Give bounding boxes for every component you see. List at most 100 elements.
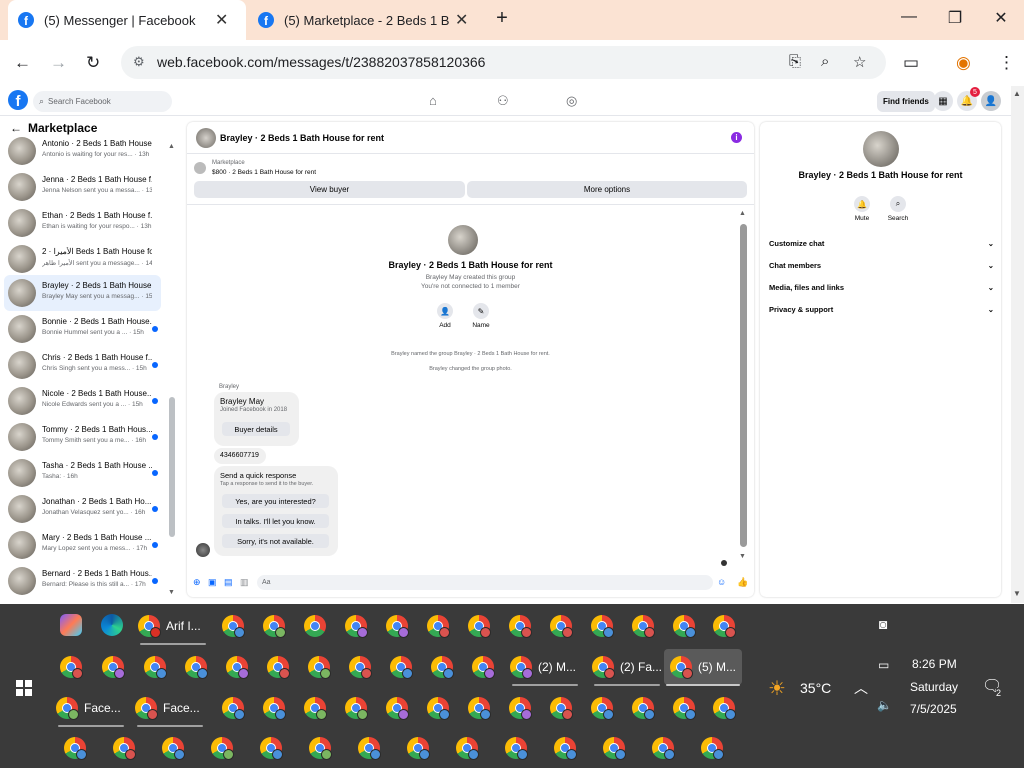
quick-response-button[interactable]: Sorry, it's not available. [222,534,329,548]
emoji-icon[interactable]: ☺ [717,577,726,587]
chrome-icon[interactable] [591,697,614,720]
chrome-icon[interactable] [554,737,577,760]
tab-marketplace[interactable]: f (5) Marketplace - 2 Beds 1 Bath House … [248,0,486,40]
home-icon[interactable]: ⌂ [429,93,437,108]
chrome-icon[interactable] [144,656,167,679]
chrome-icon[interactable] [505,737,528,760]
taskbar-chrome-messenger-2[interactable]: (2) M... [510,649,580,686]
chrome-icon[interactable] [427,697,450,720]
taskbar-chrome-facebook-2[interactable]: (2) Fa... [592,649,662,686]
conversation-item[interactable]: Tasha · 2 Beds 1 Bath House ... Tasha: ·… [4,455,161,491]
close-tab-icon[interactable]: ✕ [215,10,228,30]
conversation-item[interactable]: Bernard · 2 Beds 1 Bath Hous... Bernard:… [4,563,161,599]
zoom-icon[interactable]: ⌕ [821,53,829,70]
menu-icon[interactable]: ⋮ [998,53,1015,73]
conversation-item[interactable]: الأميرا · 2 Beds 1 Bath House for rent..… [4,241,161,277]
conversation-item[interactable]: Mary · 2 Beds 1 Bath House ... Mary Lope… [4,527,161,563]
chrome-icon[interactable] [358,737,381,760]
like-icon[interactable]: 👍 [737,577,748,588]
chrome-icon[interactable] [260,737,283,760]
chrome-icon[interactable] [468,615,491,638]
scroll-down-icon[interactable]: ▼ [168,589,175,596]
conversation-item[interactable]: Tommy · 2 Beds 1 Bath Hous... Tommy Smit… [4,419,161,455]
chrome-icon[interactable] [263,697,286,720]
conversation-item-selected[interactable]: Brayley · 2 Beds 1 Bath House ... Brayle… [4,275,161,311]
mute-button[interactable]: 🔔 Mute [847,196,877,222]
chrome-icon[interactable] [431,656,454,679]
name-group-button[interactable]: ✎ Name [461,303,501,329]
back-icon[interactable]: ← [14,53,31,73]
scroll-down-icon[interactable]: ▼ [739,553,746,560]
chrome-icon[interactable] [304,697,327,720]
info-icon[interactable]: i [731,132,742,143]
install-app-icon[interactable]: ⎘ [789,53,801,70]
menu-grid-icon[interactable]: ▦ [933,91,953,111]
clock-time[interactable]: 8:26 PM [912,657,957,671]
chat-title[interactable]: Brayley · 2 Beds 1 Bath House for rent [220,133,384,143]
find-friends-button[interactable]: Find friends [877,91,935,112]
chrome-icon[interactable] [468,697,491,720]
account-avatar[interactable]: 👤 [981,91,1001,111]
chrome-icon[interactable] [550,697,573,720]
chrome-icon[interactable] [427,615,450,638]
reload-icon[interactable]: ↻ [86,53,100,73]
chrome-icon[interactable] [345,615,368,638]
chrome-icon[interactable] [64,737,87,760]
quick-response-button[interactable]: In talks. I'll let you know. [222,514,329,528]
chrome-icon[interactable] [456,737,479,760]
chat-members-row[interactable]: Chat members ⌄ [769,261,994,270]
chrome-icon[interactable] [673,697,696,720]
chrome-icon[interactable] [591,615,614,638]
network-icon[interactable]: ▭ [878,658,889,672]
conversation-list-scrollbar[interactable]: ▲ ▼ [168,137,176,597]
volume-icon[interactable]: 🔈 [877,698,892,712]
temperature-text[interactable]: 35°C [800,680,831,696]
sticker-icon[interactable]: ▤ [224,577,233,588]
chrome-icon[interactable] [701,737,724,760]
address-bar[interactable]: ⚙ web.facebook.com/messages/t/2388203785… [121,46,886,79]
conversation-item[interactable]: Nicole · 2 Beds 1 Bath House... Nicole E… [4,383,161,419]
restore-icon[interactable]: ❐ [943,8,967,28]
taskbar-chrome-facebook-b[interactable]: Face... [135,690,205,727]
add-member-button[interactable]: 👤 Add [425,303,465,329]
taskbar-chrome-messenger-5-active[interactable]: (5) M... [664,649,742,686]
friends-icon[interactable]: ⚇ [497,93,509,109]
chrome-icon[interactable] [267,656,290,679]
chrome-icon[interactable] [102,656,125,679]
cast-icon[interactable]: ▭ [903,53,919,73]
scroll-up-icon[interactable]: ▲ [739,210,746,217]
tab-messenger[interactable]: f (5) Messenger | Facebook ✕ [8,0,246,40]
scroll-down-icon[interactable]: ▼ [1013,589,1021,598]
chrome-icon[interactable] [226,656,249,679]
chrome-icon[interactable] [309,737,332,760]
clock-date[interactable]: 7/5/2025 [910,702,957,716]
chrome-icon[interactable] [263,615,286,638]
chrome-icon[interactable] [673,615,696,638]
media-files-row[interactable]: Media, files and links ⌄ [769,283,994,292]
scroll-up-icon[interactable]: ▲ [168,143,175,150]
chrome-icon[interactable] [472,656,495,679]
gif-icon[interactable]: ▥ [240,577,249,588]
plus-circle-icon[interactable]: ⊕ [193,577,201,588]
copilot-icon[interactable] [60,614,82,636]
weather-icon[interactable]: ☀ [768,676,786,701]
chrome-icon[interactable] [390,656,413,679]
camera-icon[interactable]: ◙ [879,616,887,632]
facebook-logo-icon[interactable]: f [8,90,28,110]
chrome-icon[interactable] [185,656,208,679]
search-input[interactable]: ⌕ Search Facebook [33,91,172,112]
scrollbar-thumb[interactable] [740,224,747,547]
chrome-icon[interactable] [308,656,331,679]
chrome-icon[interactable] [652,737,675,760]
taskbar-chrome-arif[interactable]: Arif I... [138,608,208,645]
taskbar-chrome-facebook-a[interactable]: Face... [56,690,126,727]
chrome-icon[interactable] [349,656,372,679]
chat-avatar[interactable] [196,128,216,148]
quick-response-button[interactable]: Yes, are you interested? [222,494,329,508]
windows-start-icon[interactable] [16,680,32,696]
chrome-icon[interactable] [509,615,532,638]
page-scrollbar[interactable]: ▲ ▼ [1011,86,1024,603]
profile-icon[interactable]: ◉ [956,53,971,73]
forward-icon[interactable]: → [50,53,67,73]
image-icon[interactable]: ▣ [208,577,217,588]
